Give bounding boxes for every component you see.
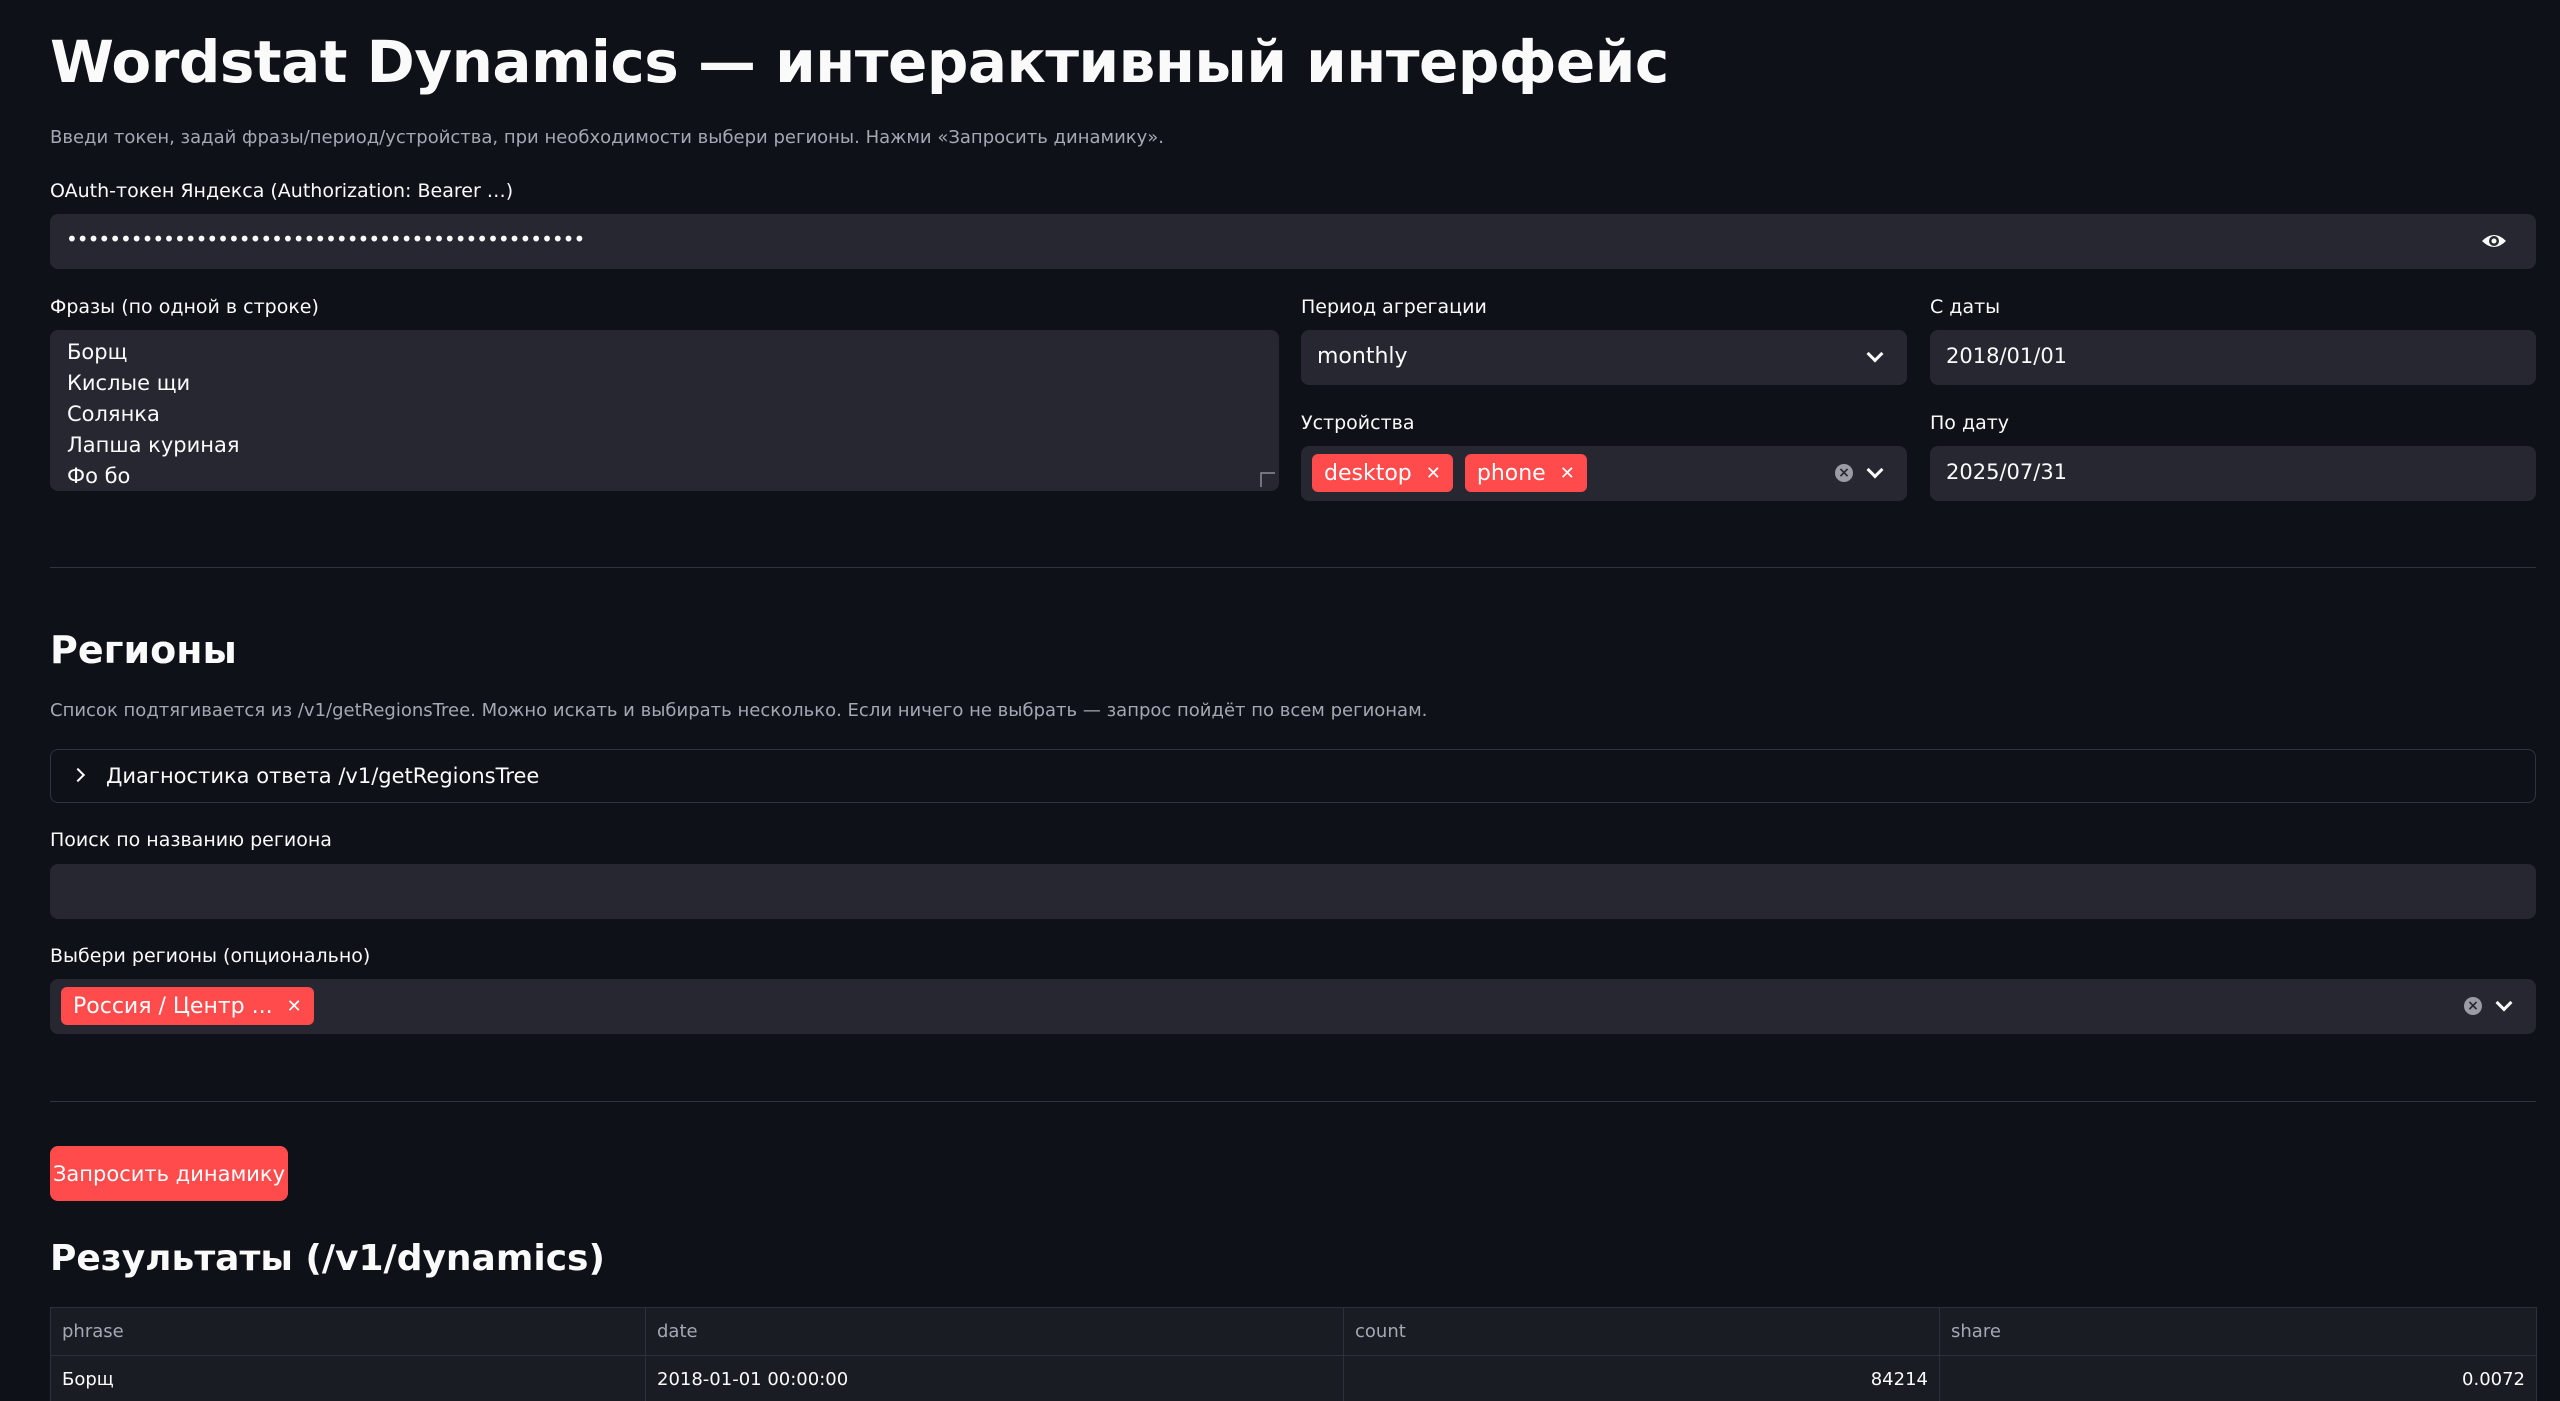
- clear-icon[interactable]: ×: [2464, 997, 2482, 1015]
- remove-icon[interactable]: ✕: [287, 996, 302, 1017]
- date-to-value: 2025/07/31: [1946, 460, 2068, 484]
- region-multiselect[interactable]: Россия / Центр ... ✕ ×: [50, 979, 2536, 1034]
- date-to-input[interactable]: 2025/07/31: [1930, 446, 2536, 501]
- device-tag-desktop[interactable]: desktop ✕: [1312, 454, 1453, 492]
- phrases-textarea[interactable]: Борщ Кислые щи Солянка Лапша куриная Фо …: [50, 330, 1279, 491]
- devices-multiselect[interactable]: desktop ✕ phone ✕ ×: [1301, 446, 1907, 501]
- remove-icon[interactable]: ✕: [1426, 463, 1441, 484]
- table-row: Борщ 2018-01-01 00:00:00 84214 0.0072: [50, 1355, 2537, 1401]
- page-subtitle: Введи токен, задай фразы/период/устройст…: [50, 127, 1165, 148]
- remove-icon[interactable]: ✕: [1560, 463, 1575, 484]
- table-cell: 0.0072: [1939, 1355, 2537, 1401]
- eye-icon[interactable]: [2480, 230, 2508, 252]
- page-title: Wordstat Dynamics — интерактивный интерф…: [50, 28, 1669, 96]
- phrase-line: Лапша куриная: [67, 433, 240, 457]
- table-cell: 84214: [1343, 1355, 1940, 1401]
- region-tag[interactable]: Россия / Центр ... ✕: [61, 987, 314, 1025]
- phrase-line: Фо бо: [67, 464, 131, 488]
- column-header[interactable]: share: [1939, 1307, 2537, 1356]
- table-cell: 2018-01-01 00:00:00: [645, 1355, 1344, 1401]
- date-from-label: С даты: [1930, 296, 2001, 318]
- phrase-line: Кислые щи: [67, 371, 191, 395]
- token-input[interactable]: ••••••••••••••••••••••••••••••••••••••••…: [50, 214, 2536, 269]
- column-header[interactable]: phrase: [50, 1307, 646, 1356]
- date-from-value: 2018/01/01: [1946, 344, 2068, 368]
- device-tag-label: phone: [1476, 460, 1546, 486]
- device-tag-phone[interactable]: phone ✕: [1464, 454, 1587, 492]
- phrase-line: Борщ: [67, 340, 128, 364]
- token-value: ••••••••••••••••••••••••••••••••••••••••…: [66, 227, 585, 251]
- diagnostics-expander[interactable]: Диагностика ответа /v1/getRegionsTree: [50, 749, 2536, 803]
- phrases-label: Фразы (по одной в строке): [50, 296, 319, 318]
- region-tag-label: Россия / Центр ...: [73, 993, 273, 1019]
- regions-caption: Список подтягивается из /v1/getRegionsTr…: [50, 700, 1428, 721]
- divider: [50, 1101, 2536, 1102]
- date-from-input[interactable]: 2018/01/01: [1930, 330, 2536, 385]
- period-label: Период агрегации: [1301, 296, 1487, 318]
- token-label: OAuth-токен Яндекса (Authorization: Bear…: [50, 180, 514, 202]
- request-dynamics-button[interactable]: Запросить динамику: [50, 1146, 288, 1201]
- chevron-down-icon: [1866, 345, 1884, 363]
- region-select-label: Выбери регионы (опционально): [50, 945, 371, 967]
- chevron-right-icon: [70, 767, 86, 783]
- table-cell: Борщ: [50, 1355, 646, 1401]
- divider: [50, 567, 2536, 568]
- phrase-line: Солянка: [67, 402, 160, 426]
- device-tag-label: desktop: [1324, 460, 1412, 486]
- results-heading: Результаты (/v1/dynamics): [50, 1238, 605, 1279]
- period-select[interactable]: monthly: [1301, 330, 1907, 385]
- region-search-label: Поиск по названию региона: [50, 829, 332, 851]
- date-to-label: По дату: [1930, 412, 2010, 434]
- resize-handle-icon[interactable]: [1260, 472, 1276, 488]
- regions-heading: Регионы: [50, 628, 237, 672]
- chevron-down-icon[interactable]: [1866, 461, 1884, 479]
- devices-label: Устройства: [1301, 412, 1415, 434]
- region-search-input[interactable]: [50, 864, 2536, 919]
- results-table[interactable]: phrase date count share Борщ 2018-01-01 …: [50, 1307, 2537, 1401]
- diagnostics-label: Диагностика ответа /v1/getRegionsTree: [106, 764, 540, 788]
- column-header[interactable]: count: [1343, 1307, 1940, 1356]
- clear-icon[interactable]: ×: [1835, 464, 1853, 482]
- column-header[interactable]: date: [645, 1307, 1344, 1356]
- table-header-row: phrase date count share: [50, 1307, 2537, 1356]
- chevron-down-icon[interactable]: [2495, 994, 2513, 1012]
- period-value: monthly: [1317, 344, 1408, 369]
